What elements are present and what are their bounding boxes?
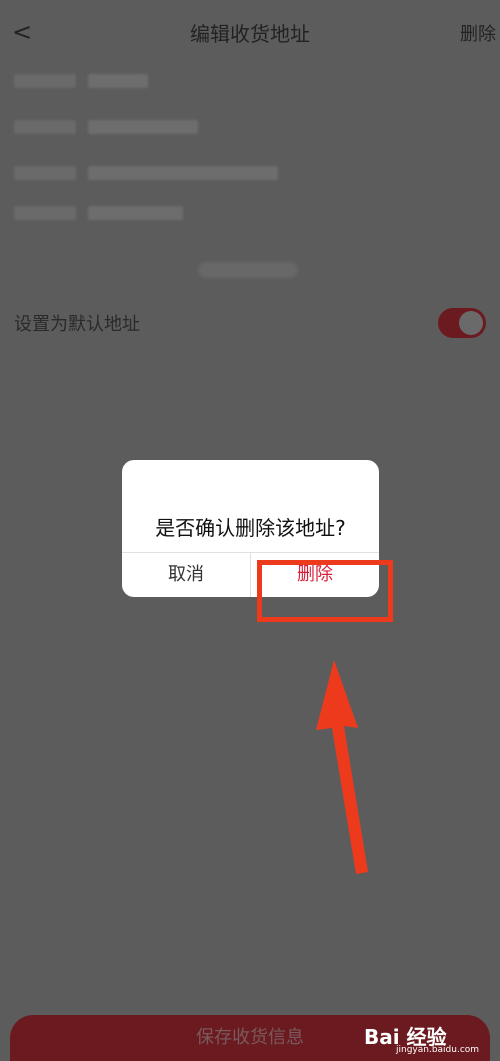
edit-address-page: < 编辑收货地址 删除 设置为默认地址 是否确认删除该地址? 取消 删除 保存收… bbox=[0, 0, 500, 1061]
watermark-url: jingyan.baidu.com bbox=[396, 1045, 480, 1055]
arrow-icon bbox=[316, 660, 368, 874]
baidu-jingyan-watermark: Bai 经验 jingyan.baidu.com bbox=[352, 1015, 492, 1057]
